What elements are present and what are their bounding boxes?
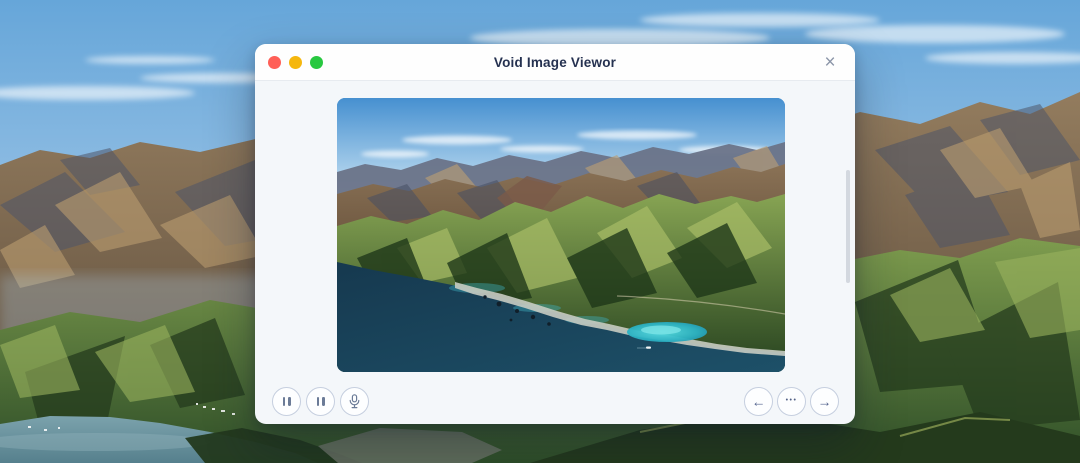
mic-button[interactable] [340, 387, 369, 416]
window-title: Void Image Viewor [494, 55, 616, 70]
desktop: Void Image Viewor × [0, 0, 1080, 463]
scrollbar-thumb[interactable] [846, 170, 850, 283]
ellipsis-icon: ••• [786, 397, 798, 404]
titlebar[interactable]: Void Image Viewor × [255, 44, 855, 81]
close-traffic-light[interactable] [268, 56, 281, 69]
pause-button-1[interactable] [272, 387, 301, 416]
more-button[interactable]: ••• [777, 387, 806, 416]
pause-button-2[interactable] [306, 387, 335, 416]
back-button[interactable]: ← [744, 387, 773, 416]
close-icon: × [824, 53, 835, 72]
pause-icon [317, 397, 325, 406]
forward-button[interactable]: → [810, 387, 839, 416]
playback-controls [272, 387, 369, 416]
close-button[interactable]: × [818, 44, 842, 81]
image-viewer-window: Void Image Viewor × [255, 44, 855, 424]
microphone-icon [348, 394, 361, 409]
viewer-image [337, 98, 785, 372]
traffic-lights [268, 44, 323, 81]
navigation-controls: ← ••• → [744, 387, 839, 416]
zoom-traffic-light[interactable] [310, 56, 323, 69]
image-viewport [337, 98, 785, 372]
arrow-left-icon: ← [752, 394, 766, 408]
minimize-traffic-light[interactable] [289, 56, 302, 69]
pause-icon [283, 397, 291, 406]
arrow-right-icon: → [818, 394, 832, 408]
